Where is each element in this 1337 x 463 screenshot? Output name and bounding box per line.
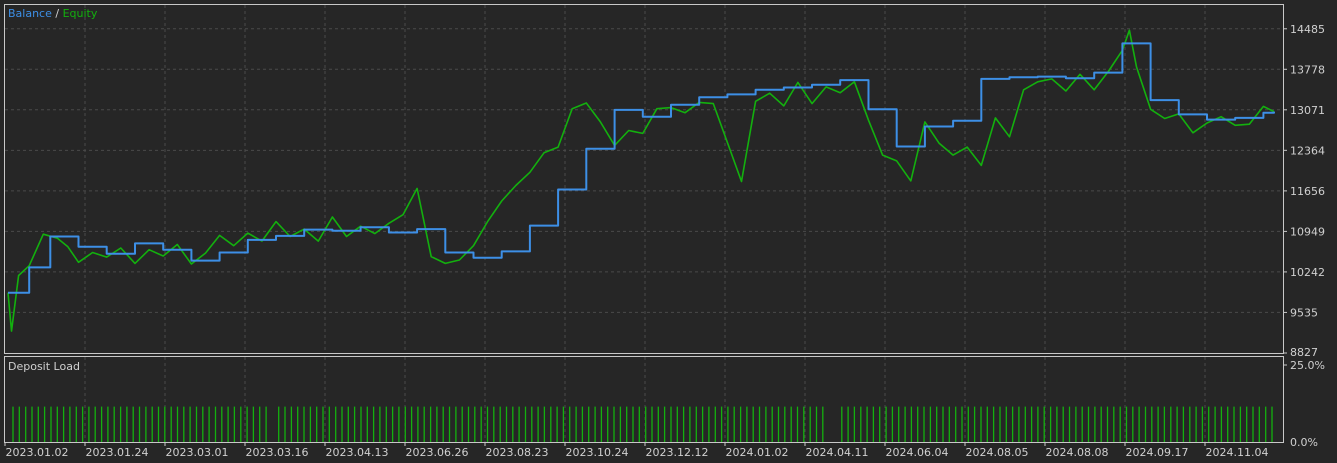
legend-balance: Balance [8,7,52,20]
deposit-load-y-tick-label: 25.0% [1290,359,1325,372]
x-tick-label: 2023.03.01 [166,446,229,459]
x-tick-label: 2023.06.26 [406,446,469,459]
y-tick-label: 8827 [1290,346,1318,359]
x-tick-label: 2024.08.05 [966,446,1029,459]
x-tick-label: 2024.01.02 [726,446,789,459]
legend-separator: / [52,7,63,20]
y-tick-label: 10949 [1290,225,1325,238]
deposit-load-y-axis: 25.0% 0.0% [1283,359,1325,449]
x-tick-label: 2023.12.12 [646,446,709,459]
y-tick-label: 14485 [1290,23,1325,36]
x-tick-label: 2023.01.24 [86,446,149,459]
x-tick-label: 2024.08.08 [1046,446,1109,459]
x-tick-label: 2024.06.04 [886,446,949,459]
x-tick-label: 2023.08.23 [486,446,549,459]
chart-canvas: 14485 13778 13071 12364 11656 10949 10242 9535 8… [4,4,1325,459]
x-axis: 2023.01.02 2023.01.24 2023.03.01 2023.03.16… [4,442,1269,459]
x-tick-label: 2023.01.02 [6,446,69,459]
legend-equity: Equity [63,7,98,20]
legend: Balance / Equity [8,7,98,20]
y-tick-label: 10242 [1290,266,1325,279]
x-tick-label: 2024.09.17 [1126,446,1189,459]
y-tick-label: 11656 [1290,185,1325,198]
x-tick-label: 2023.10.24 [566,446,629,459]
y-axis: 14485 13778 13071 12364 11656 10949 10242 9535 8… [1283,23,1325,359]
y-tick-label: 12364 [1290,144,1325,157]
x-tick-label: 2023.04.13 [326,446,389,459]
y-tick-label: 9535 [1290,306,1318,319]
x-tick-label: 2024.11.04 [1206,446,1269,459]
y-tick-label: 13071 [1290,104,1325,117]
x-tick-label: 2023.03.16 [246,446,309,459]
x-tick-label: 2024.04.11 [806,446,869,459]
y-tick-label: 13778 [1290,63,1325,76]
deposit-load-title: Deposit Load [8,360,80,373]
top-plot-frame [4,4,1284,354]
deposit-load-y-tick-label: 0.0% [1290,436,1318,449]
